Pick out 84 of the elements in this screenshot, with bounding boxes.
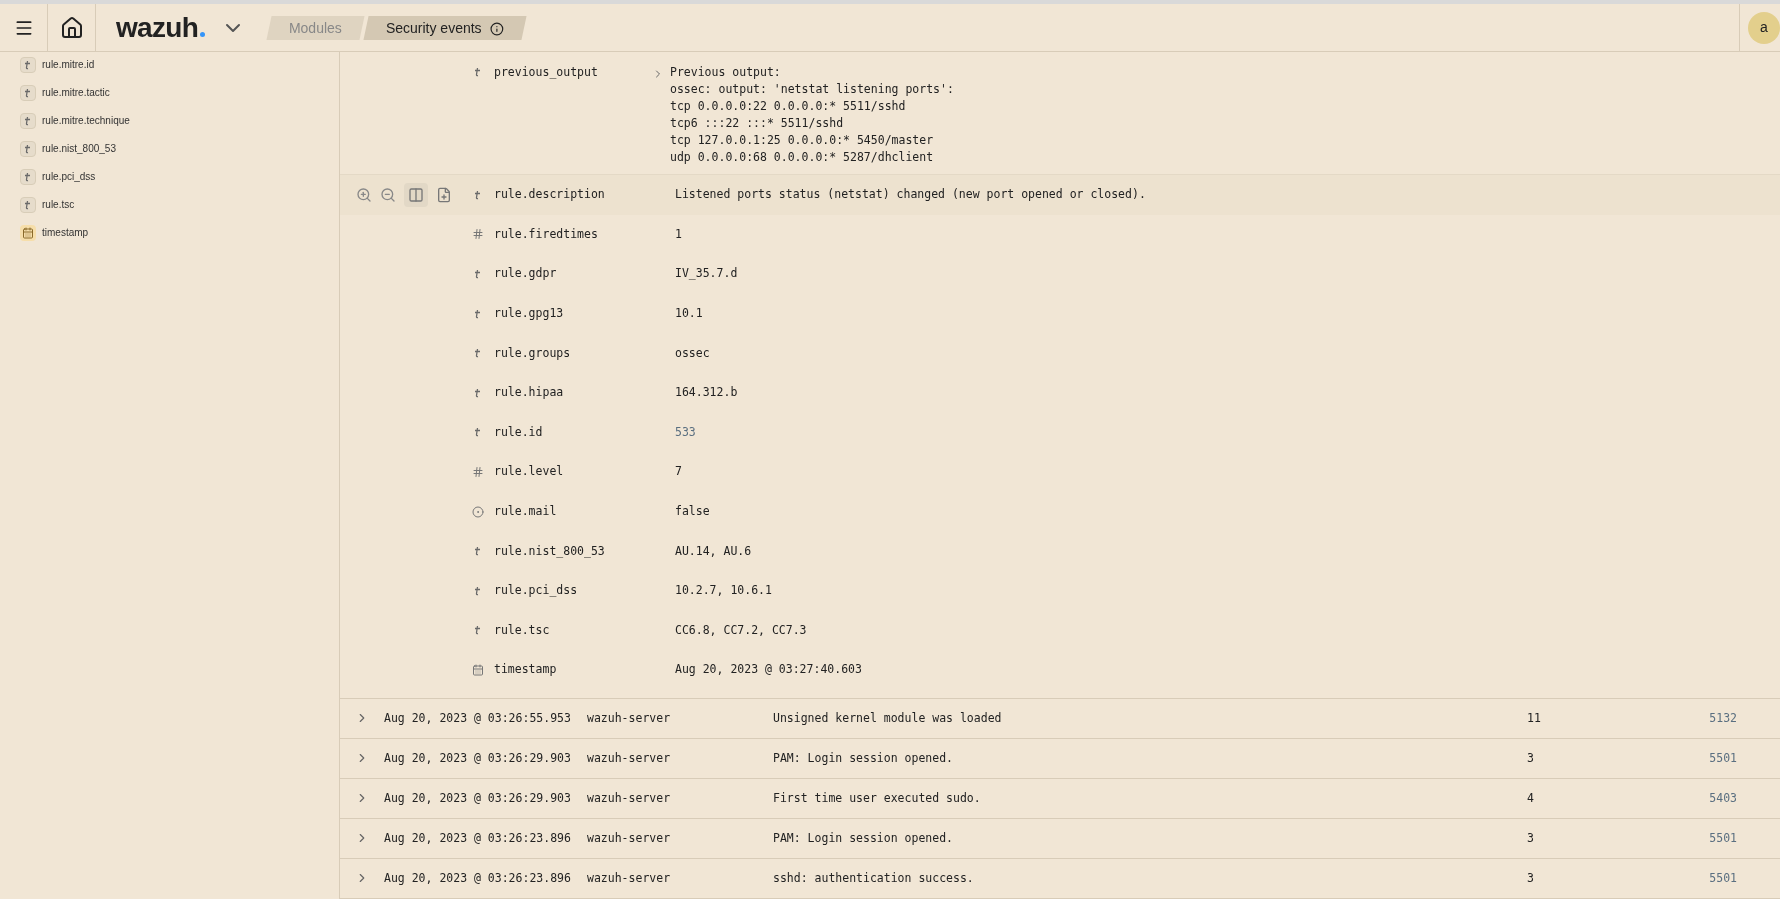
agent-cell-text: wazuh-server xyxy=(587,829,672,847)
field-name[interactable]: rule.nist_800_53 xyxy=(42,141,116,156)
user-avatar[interactable]: a xyxy=(1748,11,1780,44)
zoom-in-icon[interactable] xyxy=(356,186,372,203)
time-cell-text: Aug 20, 2023 @ 03:26:55.953 xyxy=(384,709,572,727)
field-value: IV_35.7.d xyxy=(675,265,738,283)
level-cell-text: 11 xyxy=(1527,709,1542,727)
level-cell-text: 4 xyxy=(1527,789,1535,807)
field-name: rule.description xyxy=(494,186,605,204)
rule-id-cell-text: 5501 xyxy=(1708,749,1737,767)
field-value: 10.2.7, 10.6.1 xyxy=(675,582,772,600)
agent-cell-text: wazuh-server xyxy=(587,789,672,807)
calendar-icon xyxy=(20,224,36,241)
level-cell-text: 3 xyxy=(1527,749,1535,767)
wazuh-logo[interactable]: wazuh xyxy=(116,6,206,49)
level-cell-text: 3 xyxy=(1527,829,1535,847)
level-cell-text: 3 xyxy=(1527,869,1535,887)
field-name[interactable]: rule.tsc xyxy=(42,197,75,212)
add-filter-icon[interactable] xyxy=(436,186,452,203)
number-type-icon xyxy=(472,228,484,241)
string-type-icon xyxy=(20,84,36,101)
field-name: rule.id xyxy=(494,423,543,441)
field-name[interactable]: rule.mitre.id xyxy=(42,57,95,72)
description-cell-text: PAM: Login session opened. xyxy=(773,829,954,847)
output-line: ossec: output: 'netstat listening ports': xyxy=(670,81,954,98)
time-cell-text: Aug 20, 2023 @ 03:26:29.903 xyxy=(384,749,572,767)
description-cell-text: sshd: authentication success. xyxy=(773,869,975,887)
field-name[interactable]: timestamp xyxy=(42,225,89,240)
rule-id-cell-text: 5501 xyxy=(1708,869,1737,887)
field-name: rule.tsc xyxy=(494,621,550,639)
field-name: rule.nist_800_53 xyxy=(494,542,605,560)
output-line: udp 0.0.0.0:68 0.0.0.0:* 5287/dhclient xyxy=(670,149,935,166)
string-type-icon xyxy=(20,140,36,157)
output-line: tcp 0.0.0.0:22 0.0.0.0:* 5511/sshd xyxy=(670,98,907,115)
time-cell-text: Aug 20, 2023 @ 03:26:23.896 xyxy=(384,869,572,887)
field-value: 10.1 xyxy=(675,304,703,322)
boolean-type-icon xyxy=(472,505,484,518)
string-type-icon xyxy=(20,196,36,213)
agent-cell-text: wazuh-server xyxy=(587,749,672,767)
rule-id-cell-text: 5403 xyxy=(1708,789,1737,807)
field-value: 7 xyxy=(675,463,682,481)
breadcrumb[interactable]: Security events xyxy=(363,15,527,40)
field-name: rule.firedtimes xyxy=(494,225,598,243)
string-type-icon xyxy=(20,112,36,129)
time-cell-text: Aug 20, 2023 @ 03:26:29.903 xyxy=(384,789,572,807)
agent-cell-text: wazuh-server xyxy=(587,869,672,887)
field-value: 164.312.b xyxy=(675,384,738,402)
field-name: rule.groups xyxy=(494,344,571,362)
field-value: CC6.8, CC7.2, CC7.3 xyxy=(675,621,807,639)
field-name[interactable]: rule.mitre.tactic xyxy=(42,85,110,100)
field-name: rule.pci_dss xyxy=(494,582,578,600)
info-icon xyxy=(489,20,504,35)
field-name[interactable]: rule.mitre.technique xyxy=(42,113,130,128)
field-value: 1 xyxy=(675,225,682,243)
string-type-icon xyxy=(20,168,36,185)
field-name: rule.gdpr xyxy=(494,265,557,283)
home-icon[interactable] xyxy=(59,15,84,40)
output-line: tcp6 :::22 :::* 5511/sshd xyxy=(670,115,845,132)
time-cell-text: Aug 20, 2023 @ 03:26:23.896 xyxy=(384,829,572,847)
rule-id-cell-text: 5501 xyxy=(1708,829,1737,847)
number-type-icon xyxy=(472,465,484,478)
string-type-icon xyxy=(20,56,36,73)
field-name: previous_output xyxy=(494,64,598,81)
field-name: timestamp xyxy=(494,661,557,679)
zoom-out-icon[interactable] xyxy=(380,186,396,203)
field-value: AU.14, AU.6 xyxy=(675,542,752,560)
field-name: rule.level xyxy=(494,463,564,481)
output-line: tcp 127.0.0.1:25 0.0.0.0:* 5450/master xyxy=(670,132,935,149)
field-value: false xyxy=(675,502,710,520)
description-cell-text: First time user executed sudo. xyxy=(773,789,982,807)
field-value: 533 xyxy=(675,423,696,441)
field-name: rule.hipaa xyxy=(494,384,564,402)
agent-cell-text: wazuh-server xyxy=(587,709,672,727)
field-value: ossec xyxy=(675,344,710,362)
field-name: rule.gpg13 xyxy=(494,304,564,322)
output-line: Previous output: xyxy=(670,64,782,81)
description-cell-text: Unsigned kernel module was loaded xyxy=(773,709,1003,727)
calendar-icon xyxy=(472,663,484,676)
field-name: rule.mail xyxy=(494,502,557,520)
field-value: Aug 20, 2023 @ 03:27:40.603 xyxy=(675,661,862,679)
description-cell-text: PAM: Login session opened. xyxy=(773,749,954,767)
field-value: Listened ports status (netstat) changed (new port opened or closed). xyxy=(675,186,1146,204)
field-name[interactable]: rule.pci_dss xyxy=(42,169,96,184)
rule-id-cell-text: 5132 xyxy=(1708,709,1737,727)
